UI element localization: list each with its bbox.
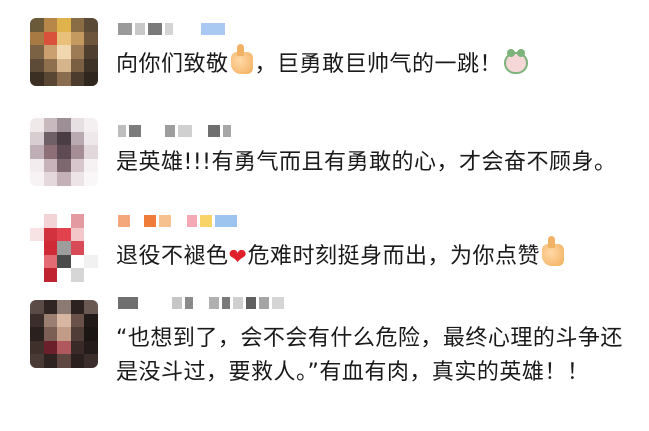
comment-text: “也想到了，会不会有什么危险，最终心理的斗争还是没斗过，要救人。”有血有肉，真实… [116,326,623,385]
avatar[interactable] [30,300,98,368]
comment-text-part: 退役不褪色 [116,244,229,269]
username[interactable] [118,22,225,36]
comment-text: 是英雄!!!有勇气而且有勇敢的心，才会奋不顾身。 [116,150,617,175]
avatar[interactable] [30,18,98,86]
red-heart-icon: ❤ [228,245,248,270]
avatar[interactable] [30,118,98,186]
avatar[interactable] [30,214,98,282]
thumbs-up-icon [230,44,253,74]
username[interactable] [118,296,284,310]
comment-text: 退役不褪色❤危难时刻挺身而出，为你点赞 [116,236,636,275]
comment-feed: 向你们致敬 ，巨勇敢巨帅气的一跳！ 是英雄!!!有勇气而且有勇敢的心，才会奋不顾身… [0,0,649,431]
comment-text-part: ，巨勇敢巨帅气的一跳！ [254,52,503,77]
comment-text-part: 向你们致敬 [116,52,229,77]
comment-text-part: 危难时刻挺身而出，为你点赞 [247,244,540,269]
frog-face-icon [504,49,529,74]
comment-text: 向你们致敬 ，巨勇敢巨帅气的一跳！ [116,44,636,82]
thumbs-up-icon [541,236,564,266]
username[interactable] [118,214,237,228]
username[interactable] [118,124,231,138]
